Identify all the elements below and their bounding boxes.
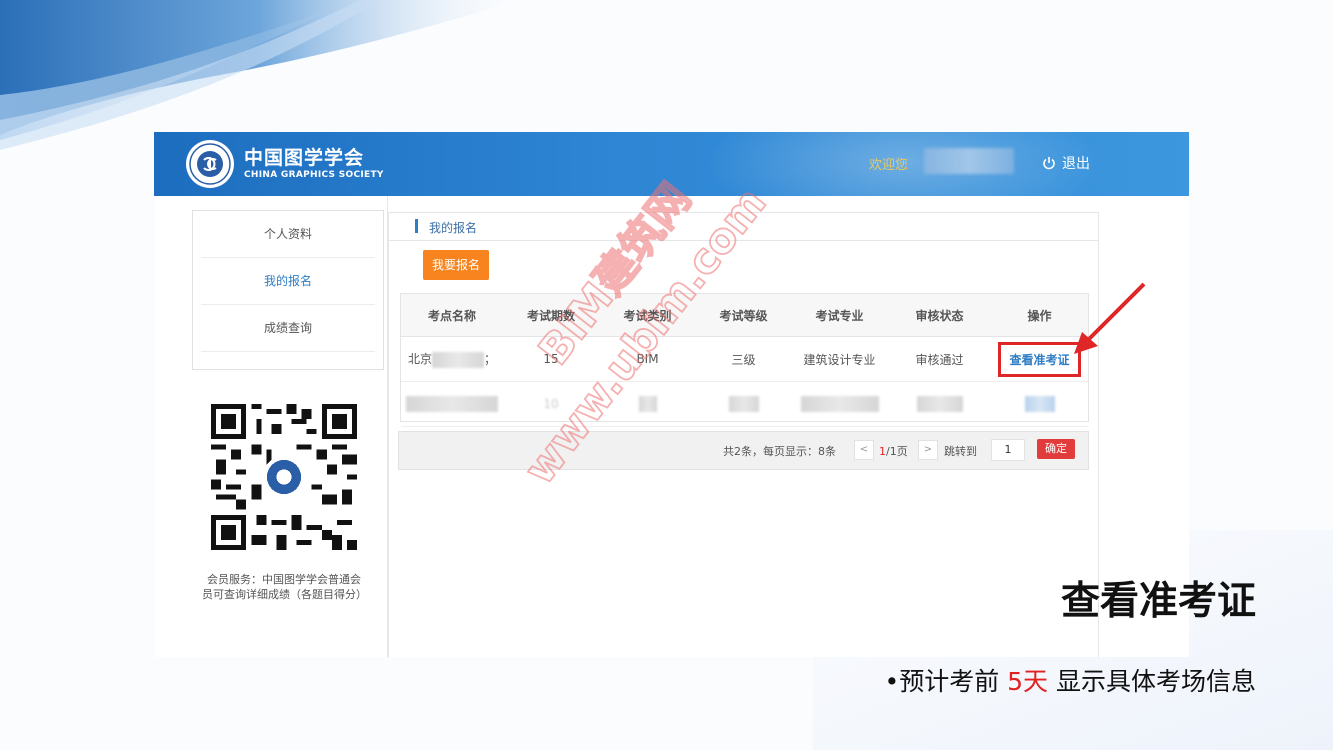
cell-level: 三级 (696, 336, 791, 382)
slide-note: •预计考前 5天 显示具体考场信息 (884, 662, 1256, 698)
slide-title: 查看准考证 (1060, 579, 1256, 624)
column-header-status: 审核状态 (888, 294, 991, 337)
app-header: 中国图学学会 CHINA GRAPHICS SOCIETY 欢迎您 退出 (154, 132, 1189, 196)
prev-page-button[interactable]: < (854, 440, 874, 460)
logout-button[interactable]: 退出 (1042, 153, 1090, 173)
cell-action: 查看准考证 (991, 336, 1088, 382)
cell-status: 审核通过 (888, 336, 991, 382)
cell-action (991, 381, 1088, 427)
redacted-value (916, 396, 963, 412)
column-header-major: 考试专业 (791, 294, 888, 337)
redacted-link[interactable] (1024, 396, 1055, 412)
page-indicator: 1/1页 (879, 443, 908, 459)
sidebar-menu: 个人资料 我的报名 成绩查询 (192, 210, 384, 370)
section-header: 我的报名 (389, 212, 1098, 241)
welcome-text: 欢迎您 (869, 158, 909, 173)
note-text-before: 预计考前 (899, 667, 1008, 696)
app-window: 中国图学学会 CHINA GRAPHICS SOCIETY 欢迎您 退出 个人资… (154, 132, 1189, 657)
current-page: 1 (879, 445, 886, 458)
registration-table: 考点名称 考试期数 考试类别 考试等级 考试专业 审核状态 操作 北京 ； 15 … (400, 293, 1089, 427)
redacted-value (800, 396, 879, 412)
column-header-level: 考试等级 (696, 294, 791, 337)
power-icon (1043, 157, 1055, 170)
cell-status (888, 381, 991, 427)
site-name-tail: ； (484, 352, 497, 367)
table-row: 北京 ； 15 BIM 三级 建筑设计专业 审核通过 查看准考证 (401, 336, 1088, 382)
site-name-visible: 北京 (407, 352, 432, 367)
next-page-button[interactable]: > (918, 440, 938, 460)
column-header-site: 考点名称 (401, 294, 503, 337)
qr-caption: 会员服务：中国图学学会普通会员可查询详细成绩（各题目得分） (202, 573, 367, 601)
section-title: 我的报名 (429, 221, 478, 235)
redacted-value (406, 396, 498, 412)
note-text-after: 显示具体考场信息 (1048, 667, 1256, 696)
sidebar-item-profile[interactable]: 个人资料 (201, 211, 375, 258)
cell-period: 15 (503, 336, 599, 382)
pagination-bar: 共2条，每页显示：8条 < 1/1页 > 跳转到 1 确定 (398, 431, 1089, 470)
view-admission-ticket-link[interactable]: 查看准考证 (998, 341, 1081, 377)
redacted-value (638, 396, 657, 412)
logout-label: 退出 (1062, 156, 1090, 172)
note-bullet: • (884, 667, 900, 696)
total-pages: /1页 (886, 445, 908, 458)
redacted-value (728, 396, 759, 412)
cell-period: 10 (503, 381, 599, 427)
pagination-summary: 共2条，每页显示：8条 (723, 445, 836, 458)
column-header-action: 操作 (991, 294, 1088, 337)
register-button[interactable]: 我要报名 (423, 250, 489, 280)
cell-level (696, 381, 791, 427)
logo-english-name: CHINA GRAPHICS SOCIETY (244, 170, 384, 180)
cell-site (401, 381, 503, 427)
note-highlight: 5天 (1007, 667, 1049, 696)
table-row: 10 (401, 381, 1088, 427)
society-emblem-icon (186, 140, 234, 188)
jump-to-label: 跳转到 (944, 445, 977, 458)
jump-page-input[interactable]: 1 (991, 439, 1025, 461)
main-panel: 我的报名 我要报名 考点名称 考试期数 考试类别 考试等级 考试专业 审核状态 … (388, 212, 1099, 657)
qr-code-icon (211, 404, 357, 550)
site-name-redacted (432, 351, 484, 368)
jump-confirm-button[interactable]: 确定 (1037, 439, 1075, 459)
username-redacted (924, 148, 1014, 174)
sidebar-item-my-registration[interactable]: 我的报名 (201, 258, 375, 305)
logo-chinese-name: 中国图学学会 (244, 147, 365, 169)
logo[interactable]: 中国图学学会 CHINA GRAPHICS SOCIETY (184, 138, 394, 190)
column-header-period: 考试期数 (503, 294, 599, 337)
sidebar-item-score-query[interactable]: 成绩查询 (201, 305, 375, 352)
column-header-category: 考试类别 (599, 294, 696, 337)
table-header-row: 考点名称 考试期数 考试类别 考试等级 考试专业 审核状态 操作 (401, 294, 1088, 337)
section-accent-bar (415, 219, 418, 233)
cell-category (599, 381, 696, 427)
cell-major (791, 381, 888, 427)
cell-site: 北京 ； (401, 336, 503, 382)
cell-major: 建筑设计专业 (791, 336, 888, 382)
cell-category: BIM (599, 336, 696, 382)
